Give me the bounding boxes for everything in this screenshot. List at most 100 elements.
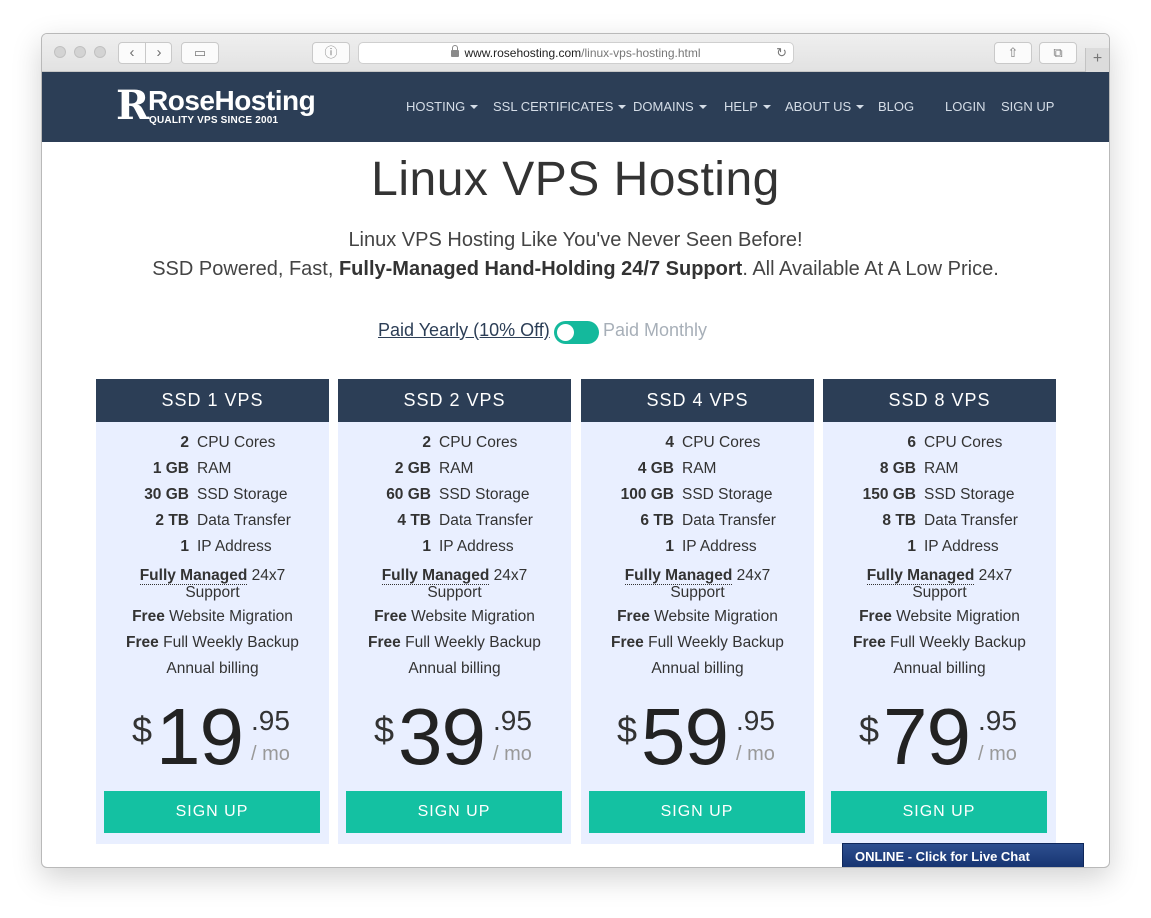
forward-arrow-icon[interactable]: › [146,43,172,63]
address-bar[interactable]: www.rosehosting.com/linux-vps-hosting.ht… [358,42,794,64]
nav-blog[interactable]: BLOG [878,99,914,115]
subtitle-line-2: SSD Powered, Fast, Fully-Managed Hand-Ho… [42,258,1109,281]
spec-value: 1 [422,538,431,555]
plan-sign-up-button[interactable]: SIGN UP [346,791,562,833]
free-label: Free [611,634,644,651]
free-migration: Free Website Migration [96,608,329,625]
spec-transfer: 6 TB Data Transfer [581,512,814,536]
price-currency: $ [617,709,638,750]
nav-sign-up[interactable]: SIGN UP [1001,99,1054,115]
spec-label: RAM [439,460,474,477]
nav-help-label: HELP [724,99,758,114]
nav-hosting[interactable]: HOSTING [406,99,479,115]
plan-price: $ 79 .95 / mo [823,692,1056,781]
spec-value: 100 GB [620,486,674,503]
back-arrow-icon[interactable]: ‹ [119,43,145,63]
nav-login[interactable]: LOGIN [945,99,985,115]
free-label: Free [853,634,886,651]
managed-support: Fully Managed 24x7 Support [823,567,1056,601]
history-nav: ‹ › [118,42,172,64]
spec-ip: 1 IP Address [581,538,814,562]
spec-label: SSD Storage [682,486,773,503]
spec-label: SSD Storage [439,486,530,503]
migration-label: Website Migration [164,608,293,625]
fully-managed-tooltip-link[interactable]: Fully Managed [139,567,248,585]
logo-tagline: QUALITY VPS SINCE 2001 [149,115,279,126]
spec-cpu: 6 CPU Cores [823,434,1056,458]
chevron-down-icon [698,105,707,109]
plan-name: SSD 1 VPS [96,379,329,422]
backup-label: Full Weekly Backup [643,634,784,651]
free-backup: Free Full Weekly Backup [581,634,814,651]
spec-label: RAM [197,460,232,477]
spec-storage: 150 GB SSD Storage [823,486,1056,510]
nav-domains[interactable]: DOMAINS [633,99,707,115]
plan-name: SSD 4 VPS [581,379,814,422]
price-whole: 59 [641,692,729,781]
fully-managed-tooltip-link[interactable]: Fully Managed [866,567,975,585]
plan-sign-up-button[interactable]: SIGN UP [831,791,1047,833]
paid-yearly-link[interactable]: Paid Yearly (10% Off) [378,320,550,341]
spec-ram: 1 GB RAM [96,460,329,484]
share-icon[interactable]: ⇧ [994,42,1032,64]
plan-price: $ 39 .95 / mo [338,692,571,781]
annual-billing: Annual billing [166,660,259,677]
fully-managed-tooltip-link[interactable]: Fully Managed [624,567,733,585]
spec-value: 2 TB [155,512,189,529]
nav-ssl-certificates[interactable]: SSL CERTIFICATES [493,99,627,115]
reload-icon[interactable]: ↻ [776,43,787,63]
price-cents: .95 [736,705,775,736]
spec-ip: 1 IP Address [338,538,571,562]
live-chat-button[interactable]: ONLINE - Click for Live Chat [842,843,1084,867]
nav-about-us[interactable]: ABOUT US [785,99,865,115]
zoom-window-icon[interactable] [94,46,106,58]
spec-value: 8 GB [879,460,916,477]
spec-cpu: 4 CPU Cores [581,434,814,458]
minimize-window-icon[interactable] [74,46,86,58]
plan-card: SSD 1 VPS 2 CPU Cores 1 GB RAM 30 GB SSD St… [96,379,329,844]
free-label: Free [126,634,159,651]
chevron-down-icon [618,105,627,109]
spec-value: 1 GB [152,460,189,477]
spec-value: 6 [907,434,916,451]
plan-name: SSD 8 VPS [823,379,1056,422]
spec-label: RAM [682,460,717,477]
spec-label: CPU Cores [197,434,276,451]
plan-card: SSD 8 VPS 6 CPU Cores 8 GB RAM 150 GB SSD S… [823,379,1056,844]
spec-storage: 60 GB SSD Storage [338,486,571,510]
spec-transfer: 2 TB Data Transfer [96,512,329,536]
plan-sign-up-button[interactable]: SIGN UP [104,791,320,833]
spec-cpu: 2 CPU Cores [338,434,571,458]
spec-label: CPU Cores [682,434,761,451]
plan-sign-up-button[interactable]: SIGN UP [589,791,805,833]
subtitle-part: SSD Powered, Fast, [152,258,339,280]
tabs-overview-icon[interactable]: ⧉ [1039,42,1077,64]
sidebar-toggle-icon[interactable]: ▭ [181,42,219,64]
billing-toggle[interactable] [554,321,599,344]
spec-label: RAM [924,460,959,477]
plan-price: $ 59 .95 / mo [581,692,814,781]
price-currency: $ [859,709,880,750]
close-window-icon[interactable] [54,46,66,58]
spec-label: Data Transfer [439,512,533,529]
spec-value: 1 [907,538,916,555]
subtitle-line-1: Linux VPS Hosting Like You've Never Seen… [348,229,803,251]
browser-toolbar: ‹ › ▭ ⓘ www.rosehosting.com/linux-vps-ho… [42,34,1109,72]
price-currency: $ [374,709,395,750]
nav-help[interactable]: HELP [724,99,771,115]
spec-transfer: 4 TB Data Transfer [338,512,571,536]
site-logo[interactable]: R RoseHosting QUALITY VPS SINCE 2001 [116,86,326,128]
nav-about-label: ABOUT US [785,99,852,114]
new-tab-button[interactable]: + [1085,48,1109,72]
page-title: Linux VPS Hosting [371,153,780,206]
chevron-down-icon [470,105,479,109]
price-period: / mo [736,743,775,765]
managed-rest: 24x7 [732,567,771,584]
price-cents: .95 [978,705,1017,736]
annual-billing: Annual billing [408,660,501,677]
reader-info-icon[interactable]: ⓘ [312,42,350,64]
spec-value: 2 GB [394,460,431,477]
free-label: Free [368,634,401,651]
paid-monthly-label[interactable]: Paid Monthly [603,320,707,341]
fully-managed-tooltip-link[interactable]: Fully Managed [381,567,490,585]
